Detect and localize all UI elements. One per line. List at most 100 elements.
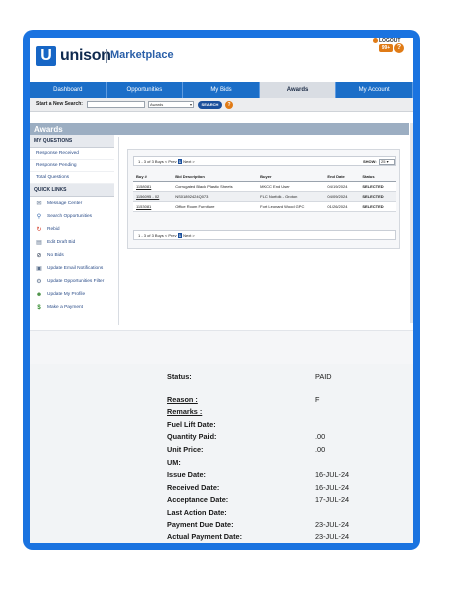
email-settings-icon: ▣ [36, 265, 42, 272]
awards-panel: 1 - 3 of 3 Buys < Prev 1 Next > SHOW: 25… [127, 149, 400, 249]
magnifier-icon: ⚲ [36, 213, 42, 220]
pager-bottom: 1 - 3 of 3 Buys < Prev 1 Next > [133, 230, 396, 240]
field-value-payment-due-date: 23-JUL-24 [315, 520, 350, 529]
payment-detail: Status: PAID Reason : F Remarks : Fuel L… [30, 364, 413, 543]
pager-count: 1 - 3 of 3 Buys [138, 233, 164, 238]
quick-link-search-opportunities[interactable]: ⚲ Search Opportunities [30, 210, 114, 223]
quick-links-heading: QUICK LINKS [30, 184, 114, 197]
quick-link-update-opportunities-filter[interactable]: ⚙ Update Opportunities Filter [30, 275, 114, 288]
buyer: FLC Norfolk - Groton [257, 191, 325, 202]
field-label-fuel-lift-date: Fuel Lift Date: [167, 420, 216, 429]
app-header: U unison Marketplace LOGOUT 99+ ? [30, 38, 413, 82]
search-input[interactable] [87, 101, 145, 108]
status-badge: SELECTED [359, 201, 396, 212]
quick-link-label: Update Opportunities Filter [47, 279, 105, 284]
quick-link-message-center[interactable]: ✉ Message Center [30, 197, 114, 210]
field-label-remarks: Remarks : [167, 407, 202, 416]
column-header[interactable]: Buy # [133, 172, 173, 182]
pager-current-page[interactable]: 1 [177, 159, 182, 164]
column-header[interactable]: Status [359, 172, 396, 182]
table-row[interactable]: 1156095 - 02 NS01892424Q073 FLC Norfolk … [133, 191, 396, 202]
filter-gear-icon: ⚙ [36, 278, 42, 285]
pager-top: 1 - 3 of 3 Buys < Prev 1 Next > SHOW: 25… [133, 156, 396, 166]
bid-description: Office Room Furniture [172, 201, 258, 212]
field-value-received-date: 16-JUL-24 [315, 483, 350, 492]
field-label-payment-due-date: Payment Due Date: [167, 520, 234, 529]
table-header-row: Buy # Bid Description Buyer End Date Sta… [133, 172, 396, 182]
tab-my-bids[interactable]: My Bids [183, 82, 260, 98]
vertical-scrollbar[interactable] [410, 123, 413, 323]
field-label-unit-price: Unit Price: [167, 445, 204, 454]
field-value-quantity-paid: .00 [315, 432, 326, 441]
buy-number-link[interactable]: 1158081 [133, 181, 173, 192]
sidebar-item-response-pending[interactable]: Response Pending [30, 160, 114, 172]
buy-number-link[interactable]: 1153081 [133, 201, 173, 212]
my-questions-heading: MY QUESTIONS [30, 135, 114, 148]
pager-prev[interactable]: < Prev [165, 159, 177, 164]
tab-opportunities[interactable]: Opportunities [107, 82, 184, 98]
quick-link-label: No Bids [47, 253, 64, 258]
screen: U unison Marketplace LOGOUT 99+ ? Dashbo… [30, 38, 413, 543]
field-label-remarks-text: Remarks : [167, 407, 203, 416]
sidebar-item-response-received[interactable]: Response Received [30, 148, 114, 160]
quick-link-no-bids[interactable]: ⊘ No Bids [30, 249, 114, 262]
field-label-received-date: Received Date: [167, 483, 220, 492]
pager-count: 1 - 3 of 3 Buys [138, 159, 164, 164]
field-label-issue-date: Issue Date: [167, 470, 206, 479]
logout-icon [373, 38, 378, 44]
table-row[interactable]: 1158081 Corrugated Black Plastic Sheets … [133, 181, 396, 192]
quick-link-update-my-profile[interactable]: ☻ Update My Profile [30, 288, 114, 301]
field-value-reason: F [315, 395, 320, 404]
buy-number-link[interactable]: 1156095 - 02 [133, 191, 173, 202]
show-count-select[interactable]: 25 ▾ [379, 158, 395, 165]
chevron-down-icon: ▾ [386, 158, 389, 164]
section-header: Awards [30, 123, 409, 135]
pager-prev[interactable]: < Prev [165, 233, 177, 238]
search-label: Start a New Search: [36, 101, 83, 107]
product-name: Marketplace [110, 49, 174, 61]
pager-next[interactable]: Next > [183, 233, 195, 238]
quick-link-label: Edit Draft Bid [47, 240, 76, 245]
column-header[interactable]: Bid Description [172, 172, 258, 182]
table-row[interactable]: 1153081 Office Room Furniture Fort Leona… [133, 201, 396, 212]
search-scope-value: Awards [150, 102, 164, 107]
tab-awards[interactable]: Awards [259, 82, 337, 98]
column-header[interactable]: End Date [324, 172, 360, 182]
field-label-reason: Reason : [167, 395, 198, 404]
pager-info: 1 - 3 of 3 Buys < Prev 1 Next > [138, 233, 195, 238]
column-header[interactable]: Buyer [257, 172, 325, 182]
quick-link-label: Search Opportunities [47, 214, 93, 219]
search-scope-select[interactable]: Awards ▾ [148, 101, 194, 108]
tab-my-account[interactable]: My Account [336, 82, 413, 98]
quick-link-update-email-notifications[interactable]: ▣ Update Email Notifications [30, 262, 114, 275]
unison-logo-icon: U [36, 46, 56, 66]
field-value-unit-price: .00 [315, 445, 326, 454]
tab-dashboard[interactable]: Dashboard [30, 82, 107, 98]
awards-table: Buy # Bid Description Buyer End Date Sta… [133, 172, 396, 212]
field-label-last-action-date: Last Action Date: [167, 508, 227, 517]
end-date: 01/26/2024 [324, 201, 360, 212]
brand-name: unison [60, 47, 111, 64]
field-label-status: Status: [167, 372, 192, 381]
no-bid-icon: ⊘ [36, 252, 42, 259]
quick-link-rebid[interactable]: ↻ Rebid [30, 223, 114, 236]
marketplace-app: U unison Marketplace LOGOUT 99+ ? Dashbo… [30, 38, 413, 328]
search-button[interactable]: SEARCH [198, 100, 222, 109]
logo-divider [106, 49, 107, 63]
help-icon[interactable]: ? [394, 43, 404, 53]
buyer: Fort Leonard Wood GPC [257, 201, 325, 212]
search-bar: Start a New Search: Awards ▾ SEARCH ? [30, 98, 413, 112]
notification-badge[interactable]: 99+ [379, 44, 393, 52]
quick-link-make-a-payment[interactable]: $ Make a Payment [30, 301, 114, 314]
pager-current-page[interactable]: 1 [177, 233, 182, 238]
field-value-acceptance-date: 17-JUL-24 [315, 495, 350, 504]
field-value-actual-payment-date: 23-JUL-24 [315, 532, 350, 541]
pager-next[interactable]: Next > [183, 159, 195, 164]
end-date: 04/09/2024 [324, 191, 360, 202]
search-help-icon[interactable]: ? [225, 100, 233, 109]
sidebar-item-total-questions[interactable]: Total Questions [30, 172, 114, 184]
profile-icon: ☻ [35, 291, 43, 298]
document-icon: ▤ [36, 239, 42, 246]
section-title: Awards [34, 125, 63, 134]
quick-link-edit-draft-bid[interactable]: ▤ Edit Draft Bid [30, 236, 114, 249]
